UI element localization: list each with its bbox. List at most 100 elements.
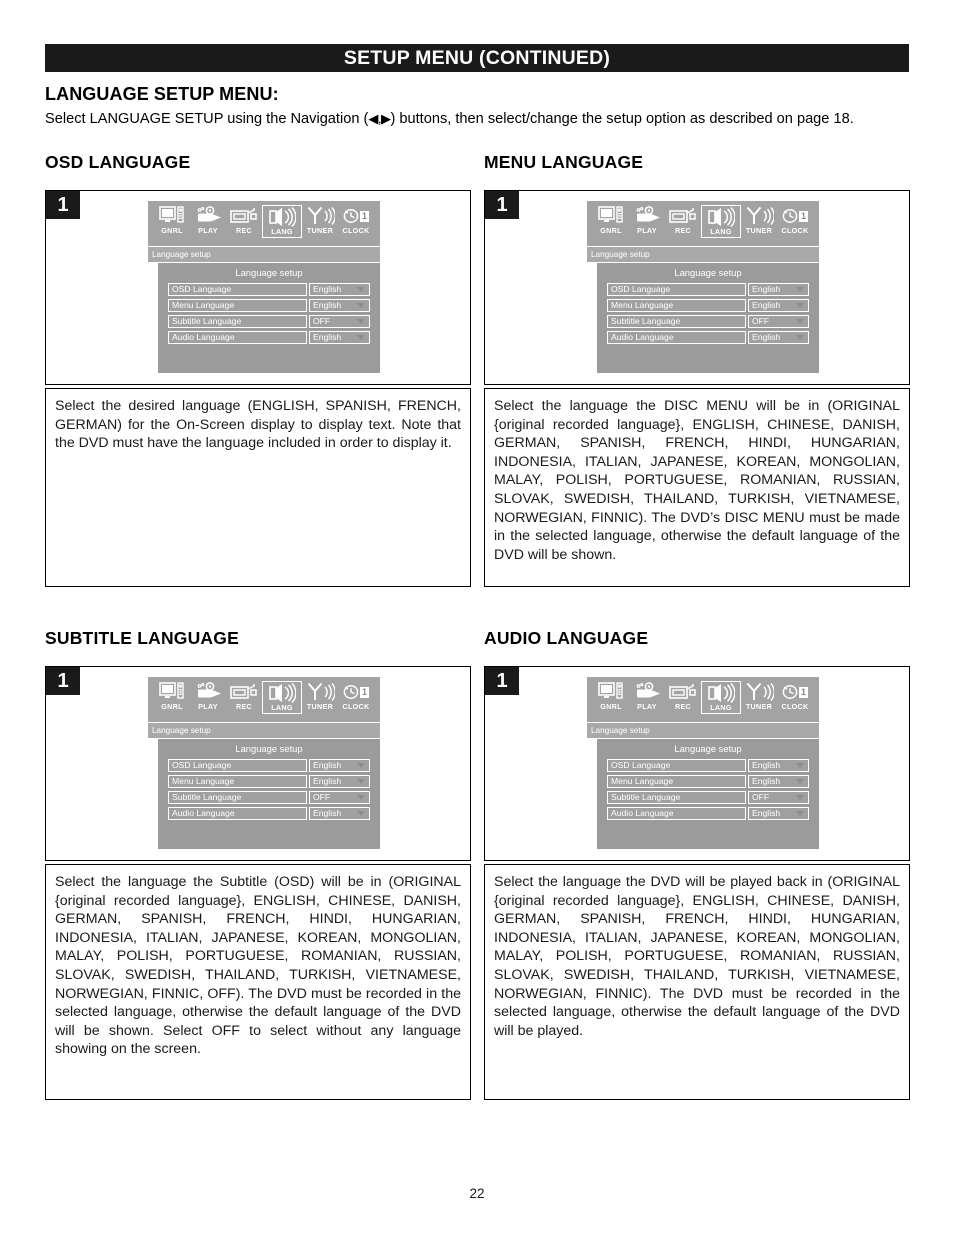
- projector-icon: [193, 205, 223, 227]
- osd-setting-label: Subtitle Language: [607, 315, 746, 328]
- osd-setting-dropdown[interactable]: English: [748, 775, 809, 788]
- osd-tab-clock[interactable]: 1 CLOCK: [777, 205, 813, 236]
- clock-timer-badge: 1: [359, 210, 369, 222]
- description-text-audio: Select the language the DVD will be play…: [494, 874, 900, 1039]
- osd-setting-dropdown[interactable]: English: [309, 775, 370, 788]
- chevron-down-icon[interactable]: [357, 795, 365, 800]
- osd-setting-label: OSD Language: [607, 759, 746, 772]
- chevron-down-icon[interactable]: [357, 335, 365, 340]
- osd-setting-row[interactable]: OSD Language English: [607, 283, 809, 296]
- intro-text-before: Select LANGUAGE SETUP using the Navigati…: [45, 111, 369, 127]
- osd-breadcrumb-bar: Language setup: [148, 723, 380, 738]
- osd-setting-dropdown[interactable]: English: [309, 283, 370, 296]
- chevron-down-icon[interactable]: [796, 763, 804, 768]
- osd-setting-dropdown[interactable]: English: [309, 759, 370, 772]
- osd-tab-label: CLOCK: [342, 702, 370, 711]
- chevron-down-icon[interactable]: [357, 287, 365, 292]
- osd-setting-label: Audio Language: [168, 331, 307, 344]
- osd-setting-value: English: [752, 760, 781, 770]
- osd-setting-dropdown[interactable]: English: [309, 299, 370, 312]
- osd-tab-label: REC: [674, 702, 692, 711]
- osd-tab-lang[interactable]: LANG: [262, 681, 302, 714]
- chevron-down-icon[interactable]: [796, 779, 804, 784]
- osd-tab-tuner[interactable]: TUNER: [741, 205, 777, 236]
- description-text-subtitle: Select the language the Subtitle (OSD) w…: [55, 874, 461, 1058]
- osd-tab-label: TUNER: [745, 702, 773, 711]
- osd-setting-row[interactable]: Audio Language English: [168, 807, 370, 820]
- osd-tab-lang[interactable]: LANG: [701, 205, 741, 238]
- osd-tab-clock[interactable]: 1 CLOCK: [338, 205, 374, 236]
- osd-setting-row[interactable]: Audio Language English: [607, 331, 809, 344]
- osd-tab-gnrl[interactable]: GNRL: [154, 205, 190, 236]
- osd-setting-dropdown[interactable]: English: [748, 807, 809, 820]
- osd-tab-gnrl[interactable]: GNRL: [593, 205, 629, 236]
- osd-tab-lang[interactable]: LANG: [262, 205, 302, 238]
- osd-tab-play[interactable]: PLAY: [629, 681, 665, 712]
- projector-icon: [193, 681, 223, 703]
- chevron-down-icon[interactable]: [357, 779, 365, 784]
- osd-tab-tuner[interactable]: TUNER: [302, 681, 338, 712]
- osd-setting-row[interactable]: OSD Language English: [168, 283, 370, 296]
- osd-setting-row[interactable]: Audio Language English: [607, 807, 809, 820]
- osd-tab-rec[interactable]: REC: [665, 205, 701, 236]
- osd-setting-label: OSD Language: [607, 283, 746, 296]
- osd-setting-row[interactable]: Audio Language English: [168, 331, 370, 344]
- osd-tab-tuner[interactable]: TUNER: [741, 681, 777, 712]
- osd-setting-dropdown[interactable]: OFF: [748, 791, 809, 804]
- osd-setting-dropdown[interactable]: English: [309, 331, 370, 344]
- chevron-down-icon[interactable]: [796, 811, 804, 816]
- osd-setting-row[interactable]: OSD Language English: [168, 759, 370, 772]
- osd-tab-clock[interactable]: 1 CLOCK: [338, 681, 374, 712]
- chevron-down-icon[interactable]: [796, 319, 804, 324]
- osd-tab-label: CLOCK: [781, 226, 809, 235]
- osd-setting-row[interactable]: Subtitle Language OFF: [607, 315, 809, 328]
- osd-setting-row[interactable]: Menu Language English: [607, 775, 809, 788]
- osd-tab-play[interactable]: PLAY: [190, 205, 226, 236]
- chevron-down-icon[interactable]: [796, 287, 804, 292]
- osd-setting-dropdown[interactable]: English: [748, 331, 809, 344]
- speaker-icon: [268, 682, 296, 704]
- osd-setting-value: OFF: [313, 316, 331, 326]
- osd-setting-row[interactable]: OSD Language English: [607, 759, 809, 772]
- osd-tab-tuner[interactable]: TUNER: [302, 205, 338, 236]
- osd-setting-row[interactable]: Menu Language English: [168, 299, 370, 312]
- osd-tab-rec[interactable]: REC: [226, 205, 262, 236]
- osd-setting-dropdown[interactable]: English: [748, 299, 809, 312]
- osd-setting-row[interactable]: Subtitle Language OFF: [607, 791, 809, 804]
- osd-setting-dropdown[interactable]: English: [309, 807, 370, 820]
- osd-tab-label: TUNER: [306, 226, 334, 235]
- osd-setting-dropdown[interactable]: English: [748, 283, 809, 296]
- osd-setting-row[interactable]: Menu Language English: [607, 299, 809, 312]
- osd-tab-gnrl[interactable]: GNRL: [154, 681, 190, 712]
- chevron-down-icon[interactable]: [796, 795, 804, 800]
- osd-tab-label: TUNER: [745, 226, 773, 235]
- clock-icon: 1: [782, 681, 808, 703]
- chevron-down-icon[interactable]: [357, 763, 365, 768]
- chevron-down-icon[interactable]: [357, 811, 365, 816]
- osd-tab-clock[interactable]: 1 CLOCK: [777, 681, 813, 712]
- osd-tab-rec[interactable]: REC: [226, 681, 262, 712]
- osd-setting-label: Audio Language: [607, 807, 746, 820]
- chevron-down-icon[interactable]: [357, 303, 365, 308]
- osd-tab-rec[interactable]: REC: [665, 681, 701, 712]
- osd-panel-title: Language setup: [674, 743, 742, 754]
- osd-tab-play[interactable]: PLAY: [190, 681, 226, 712]
- antenna-icon: [305, 205, 335, 227]
- chevron-down-icon[interactable]: [796, 335, 804, 340]
- osd-setting-dropdown[interactable]: OFF: [309, 315, 370, 328]
- osd-setting-dropdown[interactable]: English: [748, 759, 809, 772]
- tv-osd-menu-osd: GNRL PLAY REC LANG TUNER 1 CLOCK Languag…: [148, 201, 392, 373]
- osd-setting-dropdown[interactable]: OFF: [309, 791, 370, 804]
- osd-tab-lang[interactable]: LANG: [701, 681, 741, 714]
- description-box-subtitle-language: Select the language the Subtitle (OSD) w…: [45, 864, 471, 1100]
- osd-setting-row[interactable]: Subtitle Language OFF: [168, 791, 370, 804]
- osd-setting-dropdown[interactable]: OFF: [748, 315, 809, 328]
- chevron-down-icon[interactable]: [796, 303, 804, 308]
- osd-tab-gnrl[interactable]: GNRL: [593, 681, 629, 712]
- osd-setting-row[interactable]: Subtitle Language OFF: [168, 315, 370, 328]
- osd-tab-play[interactable]: PLAY: [629, 205, 665, 236]
- chevron-down-icon[interactable]: [357, 319, 365, 324]
- section-heading-menu-language: MENU LANGUAGE: [484, 152, 644, 172]
- osd-setting-value: English: [313, 760, 342, 770]
- osd-setting-row[interactable]: Menu Language English: [168, 775, 370, 788]
